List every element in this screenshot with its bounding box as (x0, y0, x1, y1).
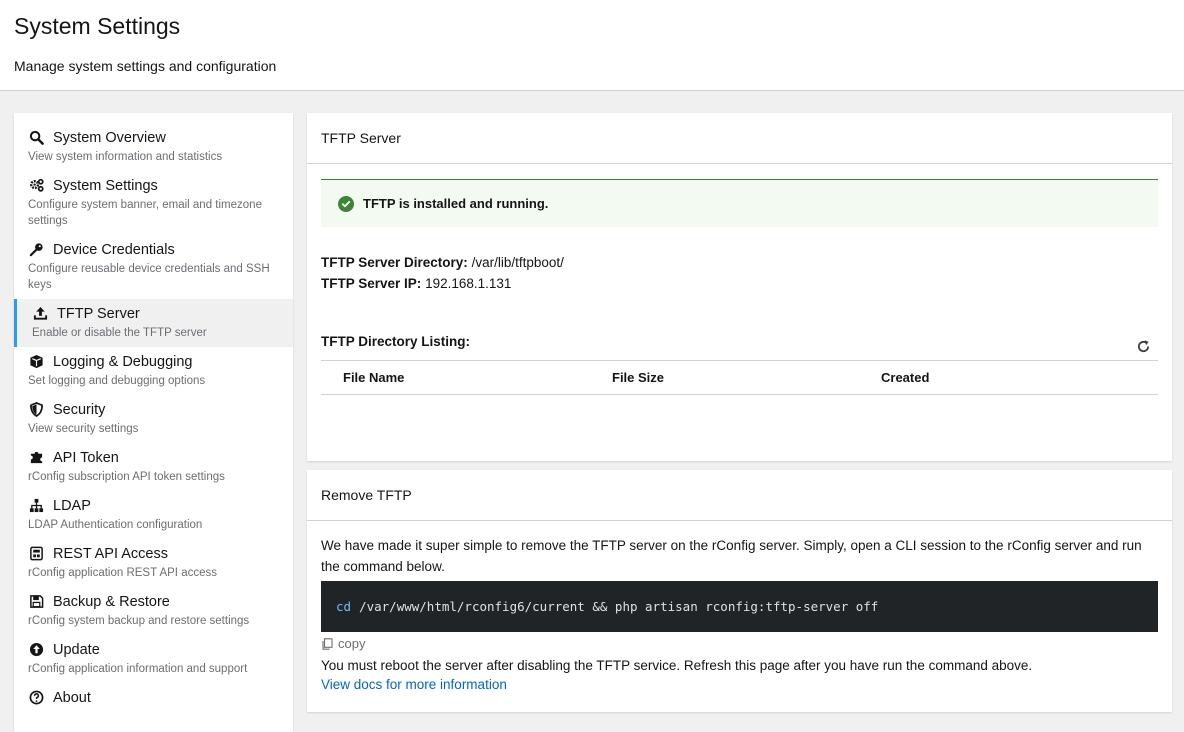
tftp-info: TFTP Server Directory: /var/lib/tftpboot… (321, 252, 1158, 294)
copy-button[interactable]: copy (321, 636, 381, 651)
remove-description: We have made it super simple to remove t… (321, 538, 1142, 574)
tftp-server-card: TFTP Server TFTP is installed and runnin… (307, 113, 1172, 461)
sidebar-item-update[interactable]: Update rConfig application information a… (14, 635, 293, 683)
card-title: Remove TFTP (307, 470, 1172, 521)
sidebar-item-label: API Token (53, 449, 119, 466)
cube-icon (28, 353, 45, 370)
sidebar-item-desc: rConfig application information and supp… (28, 663, 248, 675)
ip-value: 192.168.1.131 (425, 276, 512, 291)
sidebar-item-security[interactable]: Security View security settings (14, 395, 293, 443)
page-title: System Settings (14, 13, 181, 39)
ip-label: TFTP Server IP: (321, 276, 422, 291)
sidebar-item-about[interactable]: About (14, 683, 293, 712)
sidebar-item-desc: rConfig application REST API access (28, 567, 217, 579)
sidebar-item-desc: Set logging and debugging options (28, 375, 206, 387)
sidebar-item-api-token[interactable]: API Token rConfig subscription API token… (14, 443, 293, 491)
sidebar-item-desc: View system information and statistics (28, 151, 223, 163)
status-text: TFTP is installed and running. (363, 196, 549, 211)
arrow-up-circle-icon (28, 641, 45, 658)
sidebar-item-label: Logging & Debugging (53, 353, 193, 370)
sidebar-item-label: Update (53, 641, 100, 658)
reboot-note: You must reboot the server after disabli… (321, 658, 1033, 673)
save-icon (28, 593, 45, 610)
sidebar-item-desc: rConfig system backup and restore settin… (28, 615, 250, 627)
sidebar-item-desc: LDAP Authentication configuration (28, 519, 203, 531)
sidebar-item-system-overview[interactable]: System Overview View system information … (14, 123, 293, 171)
card-title: TFTP Server (307, 113, 1172, 164)
command-text: /var/www/html/rconfig6/current && php ar… (359, 599, 879, 614)
key-icon (28, 241, 45, 258)
sidebar-item-label: Security (53, 401, 106, 418)
page-header: System Settings Manage system settings a… (0, 0, 1184, 91)
sidebar-item-label: About (53, 689, 91, 706)
sidebar-item-label: LDAP (53, 497, 91, 514)
directory-label: TFTP Server Directory: (321, 255, 468, 270)
sidebar-item-desc: View security settings (28, 423, 139, 435)
command-block[interactable]: cd /var/www/html/rconfig6/current && php… (321, 581, 1158, 632)
sidebar-item-desc: Configure reusable device credentials an… (28, 263, 270, 291)
question-circle-icon (28, 689, 45, 706)
sidebar-item-label: System Overview (53, 129, 166, 146)
docs-link[interactable]: View docs for more information (321, 677, 507, 692)
sidebar-item-device-credentials[interactable]: Device Credentials Configure reusable de… (14, 235, 293, 299)
status-alert: TFTP is installed and running. (321, 179, 1158, 227)
sidebar-item-label: System Settings (53, 177, 158, 194)
copy-label: copy (338, 636, 366, 651)
sidebar-item-system-settings[interactable]: System Settings Configure system banner,… (14, 171, 293, 235)
sidebar-item-desc: Configure system banner, email and timez… (28, 199, 262, 227)
column-header-created[interactable]: Created (859, 370, 1128, 385)
column-header-file-name[interactable]: File Name (321, 370, 590, 385)
upload-icon (32, 305, 49, 322)
sidebar-item-tftp-server[interactable]: TFTP Server Enable or disable the TFTP s… (14, 299, 293, 347)
listing-title: TFTP Directory Listing: (321, 334, 471, 349)
directory-table-header: File Name File Size Created (321, 360, 1158, 395)
refresh-icon[interactable] (1134, 337, 1152, 355)
sidebar-item-label: Backup & Restore (53, 593, 170, 610)
page-subtitle: Manage system settings and configuration (14, 58, 277, 74)
settings-sidebar: System Overview View system information … (14, 113, 293, 732)
sidebar-item-label: REST API Access (53, 545, 168, 562)
check-circle-icon (338, 195, 354, 212)
sidebar-item-backup-restore[interactable]: Backup & Restore rConfig system backup a… (14, 587, 293, 635)
gears-icon (28, 177, 45, 194)
directory-value: /var/lib/tftpboot/ (471, 255, 564, 270)
puzzle-icon (28, 449, 45, 466)
remove-tftp-card: Remove TFTP We have made it super simple… (307, 470, 1172, 712)
sidebar-item-rest-api-access[interactable]: REST API Access rConfig application REST… (14, 539, 293, 587)
listing-header: TFTP Directory Listing: (321, 334, 1158, 352)
sitemap-icon (28, 497, 45, 514)
shield-icon (28, 401, 45, 418)
sidebar-item-label: Device Credentials (53, 241, 175, 258)
api-icon (28, 545, 45, 562)
search-icon (28, 129, 45, 146)
sidebar-item-desc: Enable or disable the TFTP server (32, 327, 207, 339)
sidebar-item-ldap[interactable]: LDAP LDAP Authentication configuration (14, 491, 293, 539)
copy-icon (322, 637, 333, 650)
sidebar-item-label: TFTP Server (57, 305, 140, 322)
column-header-file-size[interactable]: File Size (590, 370, 859, 385)
sidebar-item-desc: rConfig subscription API token settings (28, 471, 225, 483)
sidebar-item-logging-debugging[interactable]: Logging & Debugging Set logging and debu… (14, 347, 293, 395)
command-keyword: cd (336, 599, 352, 614)
